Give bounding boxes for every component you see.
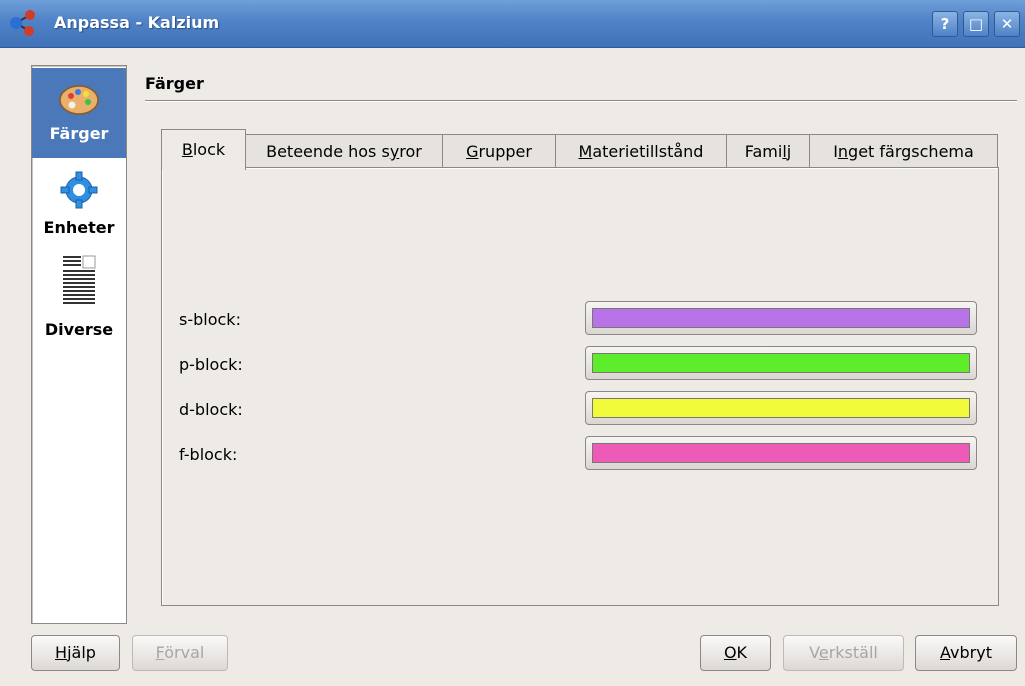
s-block-label: s-block: <box>179 310 241 329</box>
d-block-color-button[interactable] <box>585 391 977 425</box>
sidebar-item-misc[interactable]: Diverse <box>32 252 126 352</box>
sidebar-item-label: Enheter <box>43 218 115 237</box>
help-button[interactable]: Hjälp <box>31 635 120 671</box>
f-block-label: f-block: <box>179 445 238 464</box>
tab-groups[interactable]: Grupper <box>442 134 556 167</box>
tab-panel <box>161 167 999 606</box>
tab-acid-behavior[interactable]: Beteende hos syror <box>245 134 443 167</box>
palette-icon <box>59 85 99 115</box>
cancel-button[interactable]: Avbryt <box>915 635 1017 671</box>
d-block-label: d-block: <box>179 400 243 419</box>
title-divider <box>145 100 1017 102</box>
document-lines-icon <box>63 255 96 304</box>
tab-state-of-matter[interactable]: Materietillstånd <box>555 134 727 167</box>
color-swatch <box>592 443 970 463</box>
color-swatch <box>592 398 970 418</box>
sidebar: Färger Enheter Diverse <box>31 65 127 624</box>
close-button[interactable]: ✕ <box>994 11 1020 37</box>
maximize-button[interactable]: □ <box>963 11 989 37</box>
window-title: Anpassa - Kalzium <box>54 13 220 32</box>
page-title: Färger <box>145 74 204 93</box>
tab-family[interactable]: Familj <box>726 134 810 167</box>
p-block-label: p-block: <box>179 355 243 374</box>
apply-button[interactable]: Verkställ <box>783 635 904 671</box>
color-swatch <box>592 353 970 373</box>
help-title-button[interactable]: ? <box>932 11 958 37</box>
sidebar-item-label: Diverse <box>44 320 114 339</box>
color-swatch <box>592 308 970 328</box>
sidebar-item-units[interactable]: Enheter <box>32 164 126 244</box>
tab-no-color-scheme[interactable]: Inget färgschema <box>809 134 998 167</box>
title-bar[interactable]: Anpassa - Kalzium ? □ ✕ <box>0 0 1025 48</box>
s-block-color-button[interactable] <box>585 301 977 335</box>
ok-button[interactable]: OK <box>700 635 771 671</box>
sidebar-item-label: Färger <box>49 124 109 143</box>
gear-icon <box>60 171 98 209</box>
f-block-color-button[interactable] <box>585 436 977 470</box>
sidebar-item-colors[interactable]: Färger <box>32 68 126 158</box>
tab-block[interactable]: Block <box>161 129 246 170</box>
defaults-button[interactable]: Förval <box>132 635 228 671</box>
p-block-color-button[interactable] <box>585 346 977 380</box>
kalzium-app-icon <box>10 10 35 36</box>
